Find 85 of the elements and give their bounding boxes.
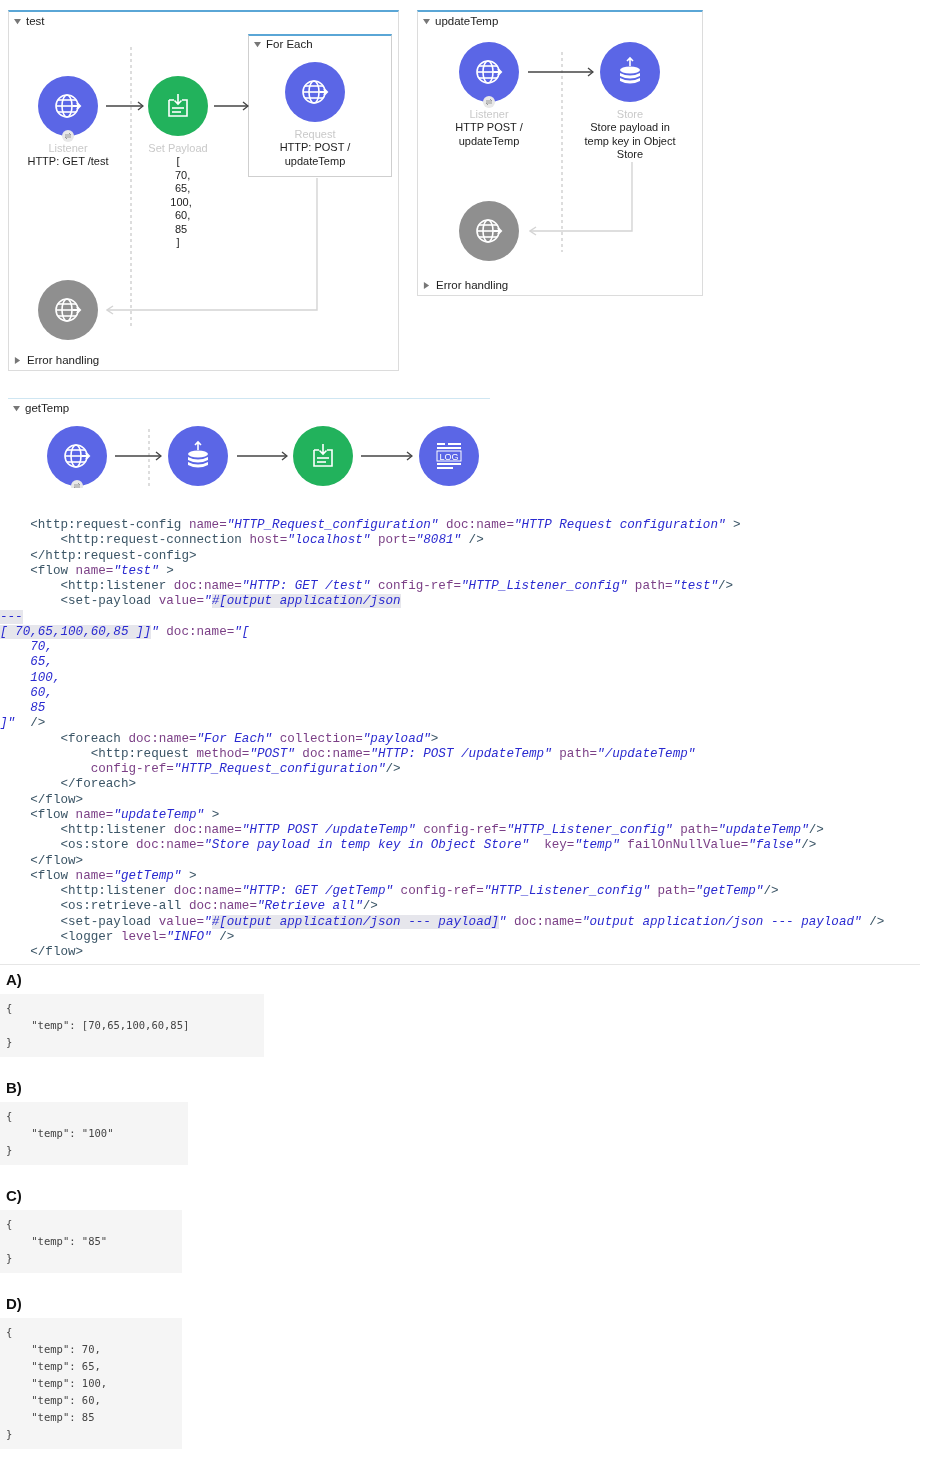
globe-node[interactable]	[38, 76, 98, 136]
component-caption: HTTP: GET /test	[26, 155, 110, 169]
code-line: <http:request method="POST" doc:name="HTTP: POST /updateTemp" path="/updateTemp"	[89, 746, 696, 762]
code-line: <flow name="getTemp" >	[29, 868, 197, 884]
component-caption: [ 70, 65, 100, 60, 85 ]	[169, 155, 193, 250]
code-line: "temp": 60,	[30, 1393, 102, 1409]
error-handling-label: Error handling	[27, 354, 100, 366]
dashed-divider	[148, 429, 150, 488]
sync-badge-icon	[483, 96, 495, 108]
code-line: </flow>	[29, 945, 84, 961]
code-line: "temp": "100"	[30, 1126, 114, 1142]
code-line: "temp": 65,	[30, 1359, 102, 1375]
globe-node[interactable]	[285, 62, 345, 122]
component-caption: HTTP POST / updateTemp	[454, 121, 524, 148]
flow-arrow	[115, 451, 162, 461]
sync-badge-icon	[62, 130, 74, 142]
option-label: D)	[6, 1295, 22, 1313]
flow-title: test	[26, 15, 45, 27]
code-line: }	[6, 1143, 14, 1159]
code-line: <os:retrieve-all doc:name="Retrieve all"/>	[59, 899, 378, 915]
code-line: "temp": 100,	[30, 1376, 108, 1392]
scope-title: For Each	[266, 38, 313, 50]
code-line: "temp": 70,	[30, 1342, 102, 1358]
expand-triangle-icon[interactable]	[423, 17, 430, 25]
code-line: {	[6, 1217, 14, 1233]
code-line: }	[6, 1035, 14, 1051]
code-line: "temp": [70,65,100,60,85]	[30, 1018, 190, 1034]
code-line: 85	[29, 701, 46, 717]
code-line: <logger level="INFO" />	[59, 929, 235, 945]
code-line: </flow>	[29, 792, 84, 808]
flow-arrow	[237, 451, 288, 461]
code-line: </http:request-config>	[29, 548, 197, 564]
globe-node[interactable]	[459, 201, 519, 261]
expand-triangle-icon[interactable]	[14, 17, 21, 25]
code-line: <http:request-config name="HTTP_Request_configuration" doc:name="HTTP Request configuration" >	[29, 518, 741, 534]
expand-triangle-icon[interactable]	[14, 356, 21, 364]
flow-arrow	[214, 101, 249, 111]
payload-node[interactable]	[148, 76, 208, 136]
code-line: "temp": "85"	[30, 1234, 108, 1250]
code-line: </flow>	[29, 853, 84, 869]
log-node[interactable]: LOG	[419, 426, 479, 486]
expand-triangle-icon[interactable]	[13, 404, 20, 412]
code-line: 60,	[29, 685, 53, 701]
code-line: <http:listener doc:name="HTTP: GET /getTemp" config-ref="HTTP_Listener_config" path="getTemp"/>	[59, 884, 779, 900]
expand-triangle-icon[interactable]	[254, 40, 261, 48]
code-line: "temp": 85	[30, 1410, 96, 1426]
globe-node[interactable]	[47, 426, 107, 486]
option-label: C)	[6, 1187, 22, 1205]
code-line: ]" />	[0, 716, 46, 732]
database-node[interactable]	[168, 426, 228, 486]
code-line: }	[6, 1251, 14, 1267]
code-line: 70,	[29, 640, 53, 656]
error-handling-label: Error handling	[436, 279, 509, 291]
flow-arrow	[361, 451, 413, 461]
flow-title: updateTemp	[435, 15, 499, 27]
code-line: </foreach>	[59, 777, 137, 793]
code-line: [ 70,65,100,60,85 ]]" doc:name="[	[0, 624, 250, 640]
code-line: <flow name="test" >	[29, 563, 174, 579]
code-line: <http:request-connection host="localhost" port="8081" />	[59, 533, 484, 549]
code-line: <flow name="updateTemp" >	[29, 807, 220, 823]
code-line: <http:listener doc:name="HTTP POST /updateTemp" config-ref="HTTP_Listener_config" path="updateTemp"/>	[59, 823, 824, 839]
code-line: {	[6, 1325, 14, 1341]
code-line: <set-payload value="#[output application/json --- payload]" doc:name="output application/json --- payload" />	[59, 914, 885, 930]
option-label: A)	[6, 971, 22, 989]
globe-node[interactable]	[459, 42, 519, 102]
flow-arrow	[106, 101, 144, 111]
globe-node[interactable]	[38, 280, 98, 340]
code-line: {	[6, 1001, 14, 1017]
code-line: {	[6, 1109, 14, 1125]
code-line: config-ref="HTTP_Request_configuration"/>	[89, 762, 401, 778]
payload-node[interactable]	[293, 426, 353, 486]
code-line: }	[6, 1427, 14, 1443]
code-line: <foreach doc:name="For Each" collection="payload">	[59, 731, 439, 747]
code-line: 65,	[29, 655, 53, 671]
code-line: 100,	[29, 670, 61, 686]
expand-triangle-icon[interactable]	[423, 281, 430, 289]
option-label: B)	[6, 1079, 22, 1097]
component-caption: HTTP: POST / updateTemp	[278, 141, 352, 168]
code-line: <http:listener doc:name="HTTP: GET /test" config-ref="HTTP_Listener_config" path="test"/>	[59, 579, 734, 595]
flow-arrow	[528, 67, 594, 77]
code-line: <set-payload value="#[output application/json	[59, 594, 401, 610]
code-line: <os:store doc:name="Store payload in temp key in Object Store" key="temp" failOnNullValue="false"/>	[59, 838, 817, 854]
database-node[interactable]	[600, 42, 660, 102]
flow-title: getTemp	[25, 402, 70, 414]
component-caption: Store payload in temp key in Object Store	[583, 121, 677, 162]
